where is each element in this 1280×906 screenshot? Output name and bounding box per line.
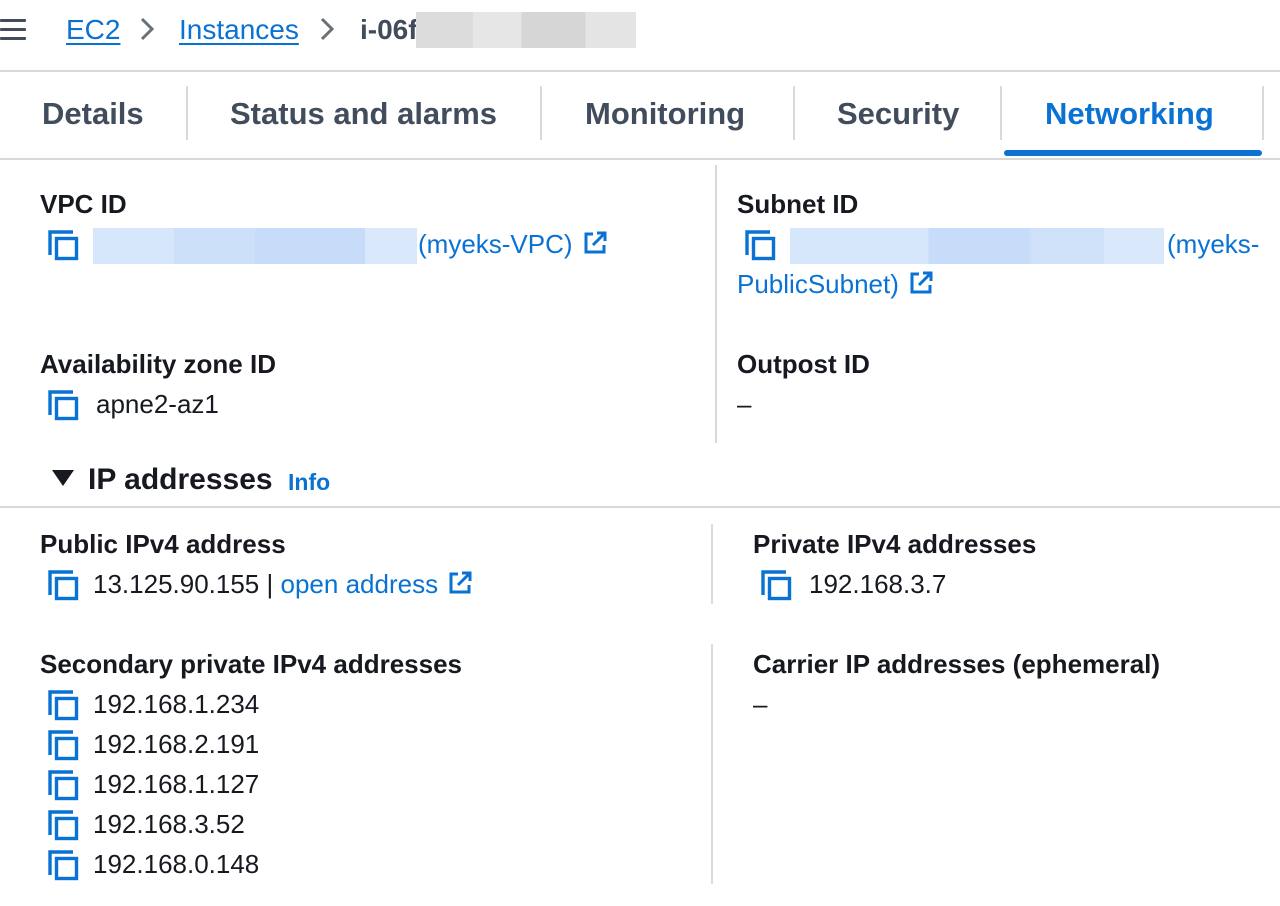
copy-icon[interactable] [46, 388, 80, 422]
section-divider [0, 506, 1280, 508]
breadcrumb-instances[interactable]: Instances [179, 12, 299, 48]
vpc-id-link[interactable]: (myeks-VPC) [418, 228, 607, 260]
private-ipv4-label: Private IPv4 addresses [753, 529, 1037, 559]
active-tab-indicator [1004, 150, 1262, 156]
copy-icon[interactable] [46, 568, 80, 602]
tab-bar: Details Status and alarms Monitoring Sec… [0, 72, 1280, 160]
breadcrumb-current-instance: i-06f [360, 14, 418, 45]
subnet-id-link[interactable]: PublicSubnet) [737, 268, 933, 300]
subnet-name-line2: PublicSubnet) [737, 269, 899, 299]
chevron-right-icon [140, 17, 154, 41]
breadcrumb-ec2[interactable]: EC2 [66, 12, 120, 48]
copy-icon[interactable] [743, 228, 777, 262]
copy-icon[interactable] [46, 688, 80, 722]
subnet-name-line1[interactable]: (myeks- [1167, 228, 1259, 260]
caret-down-icon[interactable] [52, 470, 74, 486]
secondary-private-ipv4-label: Secondary private IPv4 addresses [40, 649, 463, 679]
carrier-ip-label: Carrier IP addresses (ephemeral) [753, 649, 1161, 679]
redacted-instance-id [416, 12, 636, 48]
tab-security[interactable]: Security [837, 94, 959, 134]
subnet-id-label: Subnet ID [737, 189, 859, 219]
outpost-id-value: – [737, 389, 752, 419]
public-ipv4-value: 13.125.90.155 [93, 569, 260, 599]
list-item: 192.168.1.234 [93, 689, 260, 719]
open-address-link[interactable]: open address [281, 569, 473, 599]
menu-icon[interactable] [0, 19, 26, 41]
tab-details[interactable]: Details [42, 94, 144, 134]
list-item: 192.168.1.127 [93, 769, 260, 799]
external-link-icon [448, 571, 472, 595]
redacted-vpc-id [93, 228, 417, 264]
info-link[interactable]: Info [288, 468, 330, 496]
vpc-id-label: VPC ID [40, 189, 127, 219]
tab-divider [793, 86, 795, 140]
tab-monitoring[interactable]: Monitoring [585, 94, 745, 134]
ip-addresses-heading[interactable]: IP addresses [88, 460, 273, 500]
list-item: 192.168.2.191 [93, 729, 260, 759]
availability-zone-value: apne2-az1 [96, 389, 219, 419]
public-ipv4-label: Public IPv4 address [40, 529, 286, 559]
chevron-right-icon [320, 17, 334, 41]
copy-icon[interactable] [46, 768, 80, 802]
tab-networking[interactable]: Networking [1045, 94, 1214, 134]
copy-icon[interactable] [46, 228, 80, 262]
copy-icon[interactable] [46, 808, 80, 842]
copy-icon[interactable] [759, 568, 793, 602]
tab-divider [186, 86, 188, 140]
open-address-label: open address [280, 569, 439, 599]
list-item: 192.168.0.148 [93, 849, 260, 879]
redacted-subnet-id [790, 228, 1164, 264]
carrier-ip-value: – [753, 689, 768, 719]
tab-status-and-alarms[interactable]: Status and alarms [230, 94, 497, 134]
outpost-id-label: Outpost ID [737, 349, 870, 379]
list-item: 192.168.3.52 [93, 809, 245, 839]
private-ipv4-value: 192.168.3.7 [809, 569, 947, 599]
tab-divider [540, 86, 542, 140]
copy-icon[interactable] [46, 728, 80, 762]
vpc-name: (myeks-VPC) [418, 229, 573, 259]
external-link-icon [583, 231, 607, 255]
tab-divider [1262, 86, 1264, 140]
external-link-icon [909, 271, 933, 295]
column-divider [715, 165, 717, 443]
public-ipv4-row: 13.125.90.155 | open address [93, 568, 472, 600]
copy-icon[interactable] [46, 848, 80, 882]
value-separator: | [266, 569, 274, 599]
column-divider [711, 524, 713, 604]
availability-zone-label: Availability zone ID [40, 349, 276, 379]
column-divider [711, 644, 713, 884]
tab-divider [1000, 86, 1002, 140]
breadcrumb-bar: EC2 Instances i-06f [0, 0, 1280, 72]
